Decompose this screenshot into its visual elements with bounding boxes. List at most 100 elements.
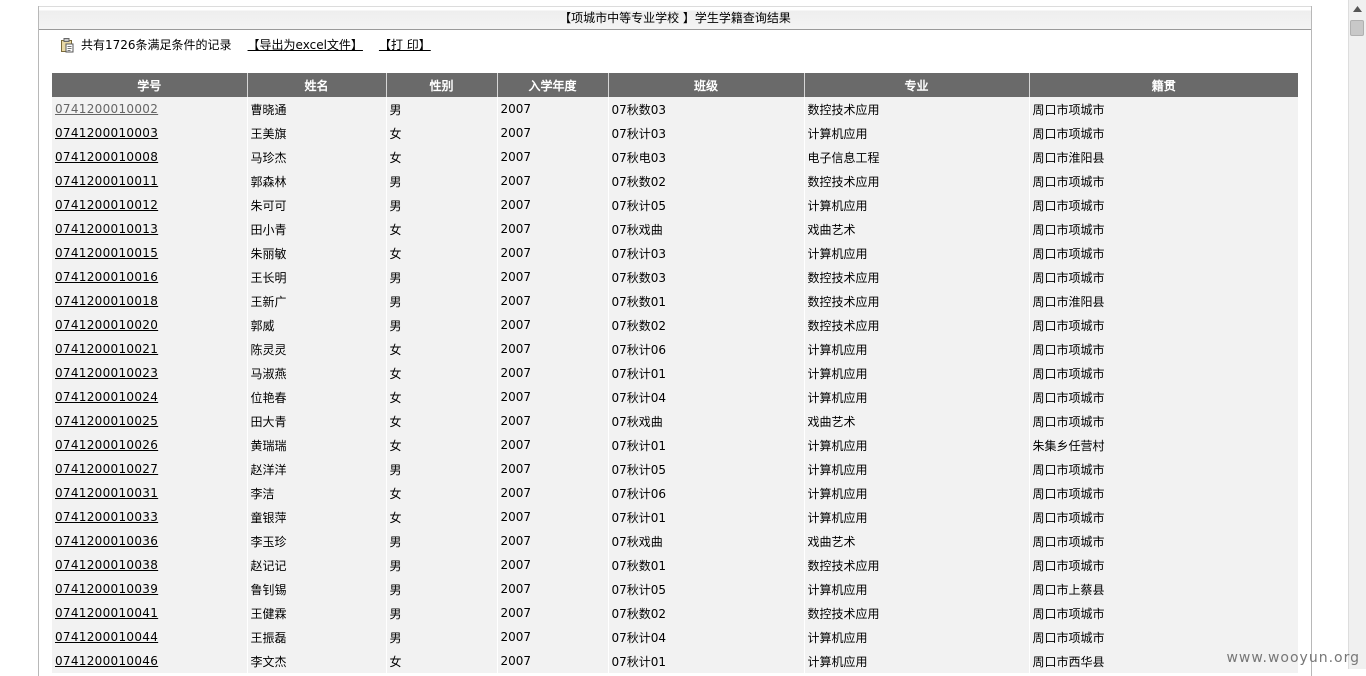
cell-student-id: 0741200010031: [52, 481, 247, 505]
student-id-link[interactable]: 0741200010024: [55, 390, 158, 404]
table-row: 0741200010036 李玉珍男 2007 07秋戏曲 戏曲艺术 周口市项城市: [52, 529, 1298, 553]
student-id-link[interactable]: 0741200010016: [55, 270, 158, 284]
cell-enroll-year: 2007: [496, 289, 608, 313]
student-id-link[interactable]: 0741200010033: [55, 510, 158, 524]
cell-major: 戏曲艺术: [803, 217, 1029, 241]
print-link[interactable]: 【打 印】: [379, 36, 431, 54]
student-id-link[interactable]: 0741200010015: [55, 246, 158, 260]
cell-hometown: 周口市项城市: [1028, 265, 1298, 289]
student-id-link[interactable]: 0741200010020: [55, 318, 158, 332]
column-header-student-id[interactable]: 学号: [52, 73, 247, 97]
cell-class: 07秋计05: [607, 457, 804, 481]
cell-gender: 女: [385, 505, 497, 529]
column-header-major[interactable]: 专业: [803, 73, 1029, 97]
cell-student-id: 0741200010041: [52, 601, 247, 625]
cell-major: 数控技术应用: [803, 169, 1029, 193]
cell-hometown: 周口市项城市: [1028, 457, 1298, 481]
cell-major: 计算机应用: [803, 649, 1029, 673]
cell-major: 计算机应用: [803, 121, 1029, 145]
clipboard-icon: [59, 37, 75, 53]
scroll-thumb[interactable]: [1350, 20, 1364, 36]
student-id-link[interactable]: 0741200010002: [55, 102, 158, 116]
cell-enroll-year: 2007: [496, 505, 608, 529]
cell-class: 07秋计06: [607, 337, 804, 361]
student-id-link[interactable]: 0741200010046: [55, 654, 158, 668]
student-id-link[interactable]: 0741200010041: [55, 606, 158, 620]
cell-hometown: 周口市项城市: [1028, 121, 1298, 145]
student-id-link[interactable]: 0741200010038: [55, 558, 158, 572]
cell-name: 田小青: [246, 217, 386, 241]
cell-name: 赵记记: [246, 553, 386, 577]
cell-student-id: 0741200010020: [52, 313, 247, 337]
cell-hometown: 周口市项城市: [1028, 601, 1298, 625]
cell-student-id: 0741200010044: [52, 625, 247, 649]
column-header-hometown[interactable]: 籍贯: [1028, 73, 1298, 97]
student-id-link[interactable]: 0741200010039: [55, 582, 158, 596]
column-header-name[interactable]: 姓名: [246, 73, 386, 97]
cell-enroll-year: 2007: [496, 457, 608, 481]
cell-name: 马珍杰: [246, 145, 386, 169]
column-header-gender[interactable]: 性别: [385, 73, 497, 97]
export-excel-link[interactable]: 【导出为excel文件】: [248, 36, 363, 54]
column-header-enroll-year[interactable]: 入学年度: [496, 73, 608, 97]
cell-enroll-year: 2007: [496, 409, 608, 433]
student-id-link[interactable]: 0741200010027: [55, 462, 158, 476]
cell-gender: 男: [385, 193, 497, 217]
cell-gender: 男: [385, 289, 497, 313]
student-id-link[interactable]: 0741200010008: [55, 150, 158, 164]
table-row: 0741200010016 王长明男 2007 07秋数03 数控技术应用 周口市项城市: [52, 265, 1298, 289]
cell-class: 07秋计01: [607, 433, 804, 457]
student-id-link[interactable]: 0741200010036: [55, 534, 158, 548]
cell-major: 数控技术应用: [803, 97, 1029, 121]
column-header-class[interactable]: 班级: [607, 73, 804, 97]
cell-enroll-year: 2007: [496, 265, 608, 289]
cell-student-id: 0741200010002: [52, 97, 247, 121]
cell-major: 数控技术应用: [803, 313, 1029, 337]
student-id-link[interactable]: 0741200010025: [55, 414, 158, 428]
table-row: 0741200010038 赵记记男 2007 07秋数01 数控技术应用 周口市项城市: [52, 553, 1298, 577]
student-id-link[interactable]: 0741200010023: [55, 366, 158, 380]
cell-class: 07秋数01: [607, 289, 804, 313]
student-id-link[interactable]: 0741200010031: [55, 486, 158, 500]
page-title: 【项城市中等专业学校 】学生学籍查询结果: [39, 6, 1311, 30]
student-id-link[interactable]: 0741200010018: [55, 294, 158, 308]
cell-enroll-year: 2007: [496, 97, 608, 121]
student-id-link[interactable]: 0741200010026: [55, 438, 158, 452]
table-row: 0741200010020 郭威男 2007 07秋数02 数控技术应用 周口市项城市: [52, 313, 1298, 337]
student-id-link[interactable]: 0741200010021: [55, 342, 158, 356]
cell-hometown: 周口市项城市: [1028, 529, 1298, 553]
cell-major: 计算机应用: [803, 241, 1029, 265]
student-id-link[interactable]: 0741200010012: [55, 198, 158, 212]
cell-enroll-year: 2007: [496, 385, 608, 409]
student-id-link[interactable]: 0741200010011: [55, 174, 158, 188]
cell-hometown: 周口市项城市: [1028, 241, 1298, 265]
cell-class: 07秋戏曲: [607, 409, 804, 433]
cell-enroll-year: 2007: [496, 529, 608, 553]
cell-enroll-year: 2007: [496, 649, 608, 673]
vertical-scrollbar[interactable]: [1348, 0, 1366, 669]
student-id-link[interactable]: 0741200010003: [55, 126, 158, 140]
cell-name: 鲁钊锡: [246, 577, 386, 601]
cell-gender: 女: [385, 121, 497, 145]
cell-major: 计算机应用: [803, 457, 1029, 481]
cell-enroll-year: 2007: [496, 481, 608, 505]
table-row: 0741200010044 王振磊男 2007 07秋计04 计算机应用 周口市项城市: [52, 625, 1298, 649]
cell-major: 数控技术应用: [803, 265, 1029, 289]
cell-major: 数控技术应用: [803, 289, 1029, 313]
cell-major: 电子信息工程: [803, 145, 1029, 169]
cell-name: 王健霖: [246, 601, 386, 625]
student-id-link[interactable]: 0741200010044: [55, 630, 158, 644]
cell-class: 07秋计06: [607, 481, 804, 505]
cell-class: 07秋计03: [607, 121, 804, 145]
table-row: 0741200010015 朱丽敏女 2007 07秋计03 计算机应用 周口市项城市: [52, 241, 1298, 265]
cell-enroll-year: 2007: [496, 121, 608, 145]
cell-enroll-year: 2007: [496, 193, 608, 217]
scroll-up-arrow-icon[interactable]: [1349, 0, 1366, 17]
student-id-link[interactable]: 0741200010013: [55, 222, 158, 236]
cell-student-id: 0741200010015: [52, 241, 247, 265]
cell-gender: 女: [385, 337, 497, 361]
cell-name: 朱丽敏: [246, 241, 386, 265]
cell-student-id: 0741200010025: [52, 409, 247, 433]
cell-major: 计算机应用: [803, 481, 1029, 505]
student-records-table: 学号 姓名 性别 入学年度 班级 专业 籍贯 0741200010002 曹晓通男…: [52, 73, 1298, 673]
